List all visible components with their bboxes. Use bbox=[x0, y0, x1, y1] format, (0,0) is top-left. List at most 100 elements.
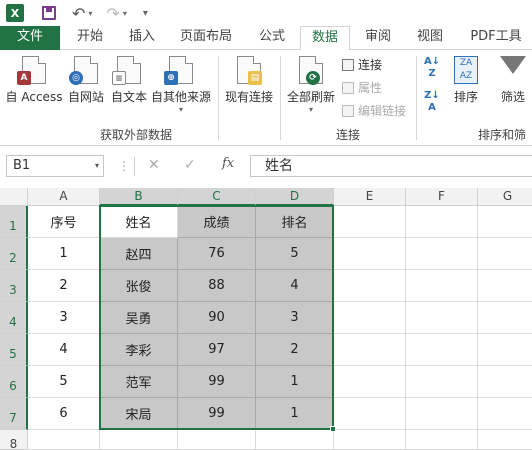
excel-app-icon[interactable]: X bbox=[6, 4, 24, 22]
tab-pdf-tools[interactable]: PDF工具 bbox=[464, 26, 528, 50]
column-header-d[interactable]: D bbox=[256, 188, 334, 206]
tab-page-layout[interactable]: 页面布局 bbox=[174, 26, 238, 50]
table-cell[interactable] bbox=[478, 270, 532, 302]
table-cell[interactable] bbox=[334, 302, 406, 334]
table-cell[interactable]: 序号 bbox=[28, 206, 100, 238]
spreadsheet-grid[interactable]: A B C D E F G 1 2 3 4 5 6 7 8 序号 姓名 成绩 排名 1 赵四 76 5 2 张俊 88 4 3 吴勇 90… bbox=[0, 188, 532, 450]
table-cell[interactable]: 张俊 bbox=[100, 270, 178, 302]
chevron-down-icon[interactable]: ▾ bbox=[95, 156, 99, 176]
table-cell[interactable] bbox=[406, 302, 478, 334]
column-header-c[interactable]: C bbox=[178, 188, 256, 206]
table-cell[interactable]: 4 bbox=[256, 270, 334, 302]
column-header-e[interactable]: E bbox=[334, 188, 406, 206]
table-cell[interactable] bbox=[478, 206, 532, 238]
table-cell[interactable] bbox=[478, 238, 532, 270]
table-cell[interactable] bbox=[334, 238, 406, 270]
fill-handle[interactable] bbox=[330, 426, 336, 432]
table-cell[interactable] bbox=[406, 430, 478, 450]
sort-az-button[interactable]: A↓ Z bbox=[420, 56, 444, 80]
table-cell[interactable] bbox=[334, 206, 406, 238]
table-cell[interactable]: 4 bbox=[28, 334, 100, 366]
table-cell[interactable]: 2 bbox=[28, 270, 100, 302]
table-cell[interactable] bbox=[478, 302, 532, 334]
table-cell[interactable] bbox=[478, 366, 532, 398]
row-header-1[interactable]: 1 bbox=[0, 206, 28, 238]
row-header-5[interactable]: 5 bbox=[0, 334, 28, 366]
cancel-icon[interactable]: ✕ bbox=[148, 157, 160, 173]
table-cell[interactable] bbox=[256, 430, 334, 450]
undo-dropdown-icon[interactable]: ▾ bbox=[88, 9, 92, 18]
column-header-a[interactable]: A bbox=[28, 188, 100, 206]
table-cell[interactable] bbox=[406, 334, 478, 366]
table-cell[interactable] bbox=[478, 398, 532, 430]
row-header-3[interactable]: 3 bbox=[0, 270, 28, 302]
tab-review[interactable]: 审阅 bbox=[356, 26, 400, 50]
column-header-f[interactable]: F bbox=[406, 188, 478, 206]
save-icon[interactable] bbox=[42, 6, 56, 20]
table-cell[interactable]: 吴勇 bbox=[100, 302, 178, 334]
table-cell[interactable]: 99 bbox=[178, 366, 256, 398]
table-cell[interactable] bbox=[28, 430, 100, 450]
formula-input[interactable]: 姓名 bbox=[250, 155, 532, 177]
table-cell[interactable]: 宋局 bbox=[100, 398, 178, 430]
undo-icon[interactable]: ↶ bbox=[72, 4, 85, 23]
table-cell[interactable]: 76 bbox=[178, 238, 256, 270]
table-cell[interactable]: 6 bbox=[28, 398, 100, 430]
connections-button[interactable]: 连接 bbox=[342, 56, 382, 73]
table-cell[interactable]: 99 bbox=[178, 398, 256, 430]
filter-button[interactable]: 筛选 bbox=[494, 56, 532, 105]
table-cell[interactable]: 3 bbox=[28, 302, 100, 334]
column-header-b[interactable]: B bbox=[100, 188, 178, 206]
table-cell[interactable] bbox=[334, 398, 406, 430]
table-cell[interactable]: 1 bbox=[256, 366, 334, 398]
redo-icon[interactable]: ↷ bbox=[106, 4, 119, 23]
table-cell[interactable]: 1 bbox=[256, 398, 334, 430]
sort-za-button[interactable]: Z↓ A bbox=[420, 90, 444, 114]
table-cell[interactable] bbox=[334, 334, 406, 366]
tab-formulas[interactable]: 公式 bbox=[250, 26, 294, 50]
table-cell[interactable]: 排名 bbox=[256, 206, 334, 238]
table-cell[interactable]: 1 bbox=[28, 238, 100, 270]
row-header-4[interactable]: 4 bbox=[0, 302, 28, 334]
sort-button[interactable]: ZA AZ 排序 bbox=[448, 56, 484, 105]
table-cell[interactable] bbox=[406, 270, 478, 302]
table-cell[interactable]: 5 bbox=[28, 366, 100, 398]
tab-view[interactable]: 视图 bbox=[408, 26, 452, 50]
from-access-button[interactable]: A 自 Access bbox=[4, 56, 64, 105]
table-cell[interactable] bbox=[178, 430, 256, 450]
tab-insert[interactable]: 插入 bbox=[120, 26, 164, 50]
from-text-button[interactable]: ≡ 自文本 bbox=[108, 56, 150, 105]
table-cell[interactable] bbox=[100, 430, 178, 450]
table-cell[interactable]: 李彩 bbox=[100, 334, 178, 366]
column-header-g[interactable]: G bbox=[478, 188, 532, 206]
table-cell[interactable]: 范军 bbox=[100, 366, 178, 398]
name-box[interactable]: B1 ▾ bbox=[6, 155, 104, 177]
table-cell[interactable]: 姓名 bbox=[100, 206, 178, 238]
table-cell[interactable]: 88 bbox=[178, 270, 256, 302]
table-cell[interactable] bbox=[334, 366, 406, 398]
table-cell[interactable] bbox=[478, 430, 532, 450]
table-cell[interactable] bbox=[406, 398, 478, 430]
edit-links-button[interactable]: 编辑链接 bbox=[342, 102, 406, 119]
table-cell[interactable]: 90 bbox=[178, 302, 256, 334]
table-cell[interactable]: 赵四 bbox=[100, 238, 178, 270]
table-cell[interactable] bbox=[334, 270, 406, 302]
tab-file[interactable]: 文件 bbox=[0, 26, 60, 50]
table-cell[interactable]: 成绩 bbox=[178, 206, 256, 238]
enter-icon[interactable]: ✓ bbox=[184, 157, 196, 173]
table-cell[interactable]: 2 bbox=[256, 334, 334, 366]
table-cell[interactable]: 5 bbox=[256, 238, 334, 270]
select-all-corner[interactable] bbox=[0, 188, 28, 206]
table-cell[interactable]: 3 bbox=[256, 302, 334, 334]
table-cell[interactable] bbox=[406, 366, 478, 398]
table-cell[interactable] bbox=[406, 238, 478, 270]
from-web-button[interactable]: ◎ 自网站 bbox=[64, 56, 108, 105]
properties-button[interactable]: 属性 bbox=[342, 79, 382, 96]
row-header-8[interactable]: 8 bbox=[0, 430, 28, 450]
row-header-7[interactable]: 7 bbox=[0, 398, 28, 430]
table-cell[interactable] bbox=[478, 334, 532, 366]
existing-connections-button[interactable]: ▤ 现有连接 bbox=[222, 56, 276, 105]
table-cell[interactable]: 97 bbox=[178, 334, 256, 366]
tab-data[interactable]: 数据 bbox=[300, 26, 350, 51]
formula-bar-grip-icon[interactable]: ⋮ bbox=[118, 159, 130, 173]
